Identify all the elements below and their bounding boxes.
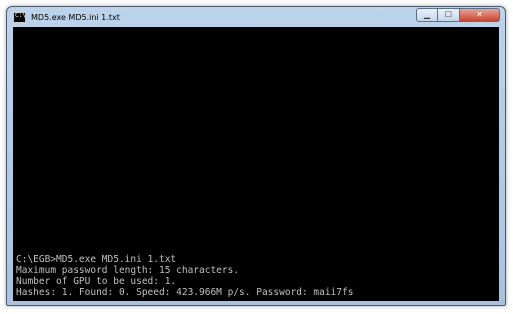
cmd-icon-glyph: C:\ <box>15 11 26 19</box>
console-line-max-length: Maximum password length: 15 characters. <box>16 265 240 276</box>
minimize-button[interactable]: ▁ <box>416 8 438 22</box>
console-line-gpu-count: Number of GPU to be used: 1. <box>16 276 177 287</box>
title-bar[interactable]: C:\ MD5.exe MD5.ini 1.txt ▁ ☐ ✕ <box>7 7 505 27</box>
console-window: C:\ MD5.exe MD5.ini 1.txt ▁ ☐ ✕ C:\EGB>M… <box>6 6 506 306</box>
maximize-button[interactable]: ☐ <box>438 8 460 22</box>
window-controls: ▁ ☐ ✕ <box>416 8 500 22</box>
console-line-command: C:\EGB>MD5.exe MD5.ini 1.txt <box>16 254 177 265</box>
window-title: MD5.exe MD5.ini 1.txt <box>31 12 120 22</box>
console-line-status: Hashes: 1. Found: 0. Speed: 423.966M p/s… <box>16 287 354 298</box>
console-output-area[interactable]: C:\EGB>MD5.exe MD5.ini 1.txt Maximum pas… <box>13 27 499 301</box>
console-output: C:\EGB>MD5.exe MD5.ini 1.txt Maximum pas… <box>16 254 497 298</box>
console-edge <box>497 27 499 301</box>
cmd-icon[interactable]: C:\ <box>13 11 26 23</box>
close-button[interactable]: ✕ <box>460 8 500 22</box>
